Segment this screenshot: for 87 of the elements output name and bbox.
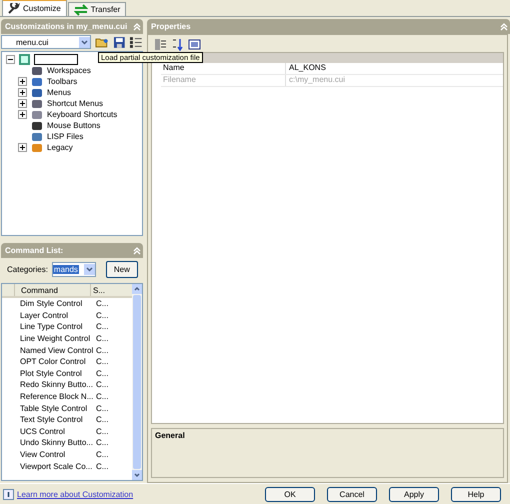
expand-toggle[interactable] (18, 99, 27, 108)
dropdown-arrow-icon[interactable] (84, 264, 95, 274)
table-cell-text: C... (95, 415, 110, 424)
help-link[interactable]: Learn more about Customization (17, 490, 134, 498)
info-icon (3, 488, 14, 500)
tab[interactable]: Transfer (68, 2, 126, 16)
property-pages-icon[interactable] (188, 38, 201, 51)
dropdown-arrow-icon[interactable] (78, 36, 90, 48)
scroll-down-arrow-icon[interactable] (132, 470, 142, 480)
table-cell[interactable]: Line Type Control (2, 322, 94, 332)
swap-arrows-icon (74, 4, 88, 16)
node-icon (30, 86, 44, 98)
table-cell-text: C... (95, 322, 110, 332)
table-cell-text: C... (95, 392, 110, 402)
list-icon[interactable] (129, 36, 143, 48)
table-cell[interactable]: Dim Style Control (2, 299, 94, 308)
tree-root-icon (18, 53, 31, 66)
table-cell[interactable]: Plot Style Control (2, 368, 94, 378)
categories-dropdown[interactable]: mands (52, 262, 96, 276)
tree-item[interactable]: Toolbars (47, 77, 78, 86)
table-cell-text: C... (95, 404, 110, 413)
panel-header: Properties (147, 19, 510, 34)
column-header[interactable]: S... (90, 284, 119, 296)
expand-toggle[interactable] (18, 88, 27, 97)
tree-item[interactable]: Legacy (47, 143, 73, 152)
table-cell-text: C... (95, 462, 110, 471)
table-cell[interactable]: OPT Color Control (2, 357, 94, 366)
table-cell-text: C... (95, 450, 110, 460)
panel-header: Command List: (1, 243, 143, 258)
table-cell[interactable]: Table Style Control (2, 404, 94, 413)
table-cell[interactable]: Viewport Scale Co... (2, 462, 94, 471)
categories-label: Categories: (7, 264, 48, 274)
sort-icon[interactable] (171, 38, 184, 51)
expand-toggle[interactable] (18, 110, 27, 119)
node-icon (30, 108, 44, 120)
node-icon (30, 98, 44, 110)
node-icon (30, 120, 44, 132)
table-cell[interactable]: Layer Control (2, 310, 94, 320)
dialog-button[interactable]: Apply (389, 486, 439, 502)
dialog-button[interactable]: Cancel (327, 486, 377, 502)
column-header[interactable]: Command (14, 284, 90, 296)
table-cell[interactable]: Redo Skinny Butto... (2, 380, 94, 390)
tree-item[interactable]: Keyboard Shortcuts (47, 110, 118, 119)
table-cell-text: C... (95, 426, 110, 436)
table-cell-text: C... (95, 357, 110, 366)
expand-toggle[interactable] (18, 77, 27, 86)
property-name: Name (161, 63, 286, 74)
table-cell[interactable]: UCS Control (2, 426, 94, 436)
categorized-icon[interactable] (154, 38, 167, 51)
wrench-icon (8, 2, 20, 14)
table-cell[interactable]: Text Style Control (2, 415, 94, 424)
table-cell-text: C... (95, 380, 110, 390)
table-cell[interactable]: Reference Block N... (2, 392, 94, 402)
save-icon[interactable] (112, 36, 126, 48)
table-cell-text: C... (95, 368, 110, 378)
table-cell-text: C... (95, 438, 110, 448)
tree-item[interactable]: Mouse Buttons (47, 121, 100, 130)
property-value[interactable]: AL_KONS (286, 63, 326, 74)
tree-item[interactable]: Menus (47, 88, 72, 97)
dialog-button[interactable]: Help (451, 486, 501, 502)
rename-field[interactable] (34, 54, 78, 65)
table-cell-text: C... (95, 310, 110, 320)
tree-item[interactable]: Shortcut Menus (47, 99, 104, 108)
expand-toggle[interactable] (18, 143, 27, 152)
dialog-button[interactable]: OK (265, 486, 315, 502)
table-cell[interactable]: Line Weight Control (2, 334, 94, 344)
tree-item[interactable]: LISP Files (47, 132, 84, 141)
table-cell[interactable]: View Control (2, 450, 94, 460)
table-cell[interactable]: Undo Skinny Butto... (2, 438, 94, 448)
table-cell-text: C... (95, 346, 110, 355)
node-icon (30, 64, 44, 76)
scrollbar[interactable] (132, 284, 142, 480)
collapse-toggle[interactable] (6, 55, 15, 64)
tree-item[interactable]: Workspaces (47, 66, 91, 75)
table-cell-text: C... (95, 334, 110, 344)
node-icon (30, 142, 44, 154)
new-button[interactable]: New (106, 260, 138, 278)
table-cell-text: C... (95, 299, 110, 308)
description-title: General (155, 431, 185, 440)
scroll-up-arrow-icon[interactable] (132, 284, 142, 294)
file-dropdown[interactable]: menu.cui (1, 35, 91, 49)
property-name: Filename (161, 75, 286, 86)
tab[interactable]: Customize (2, 0, 67, 16)
panel-header: Customizations in my_menu.cui (1, 19, 143, 34)
table-cell[interactable]: Named View Control (2, 346, 94, 355)
node-icon (30, 130, 44, 142)
node-icon (30, 76, 44, 88)
